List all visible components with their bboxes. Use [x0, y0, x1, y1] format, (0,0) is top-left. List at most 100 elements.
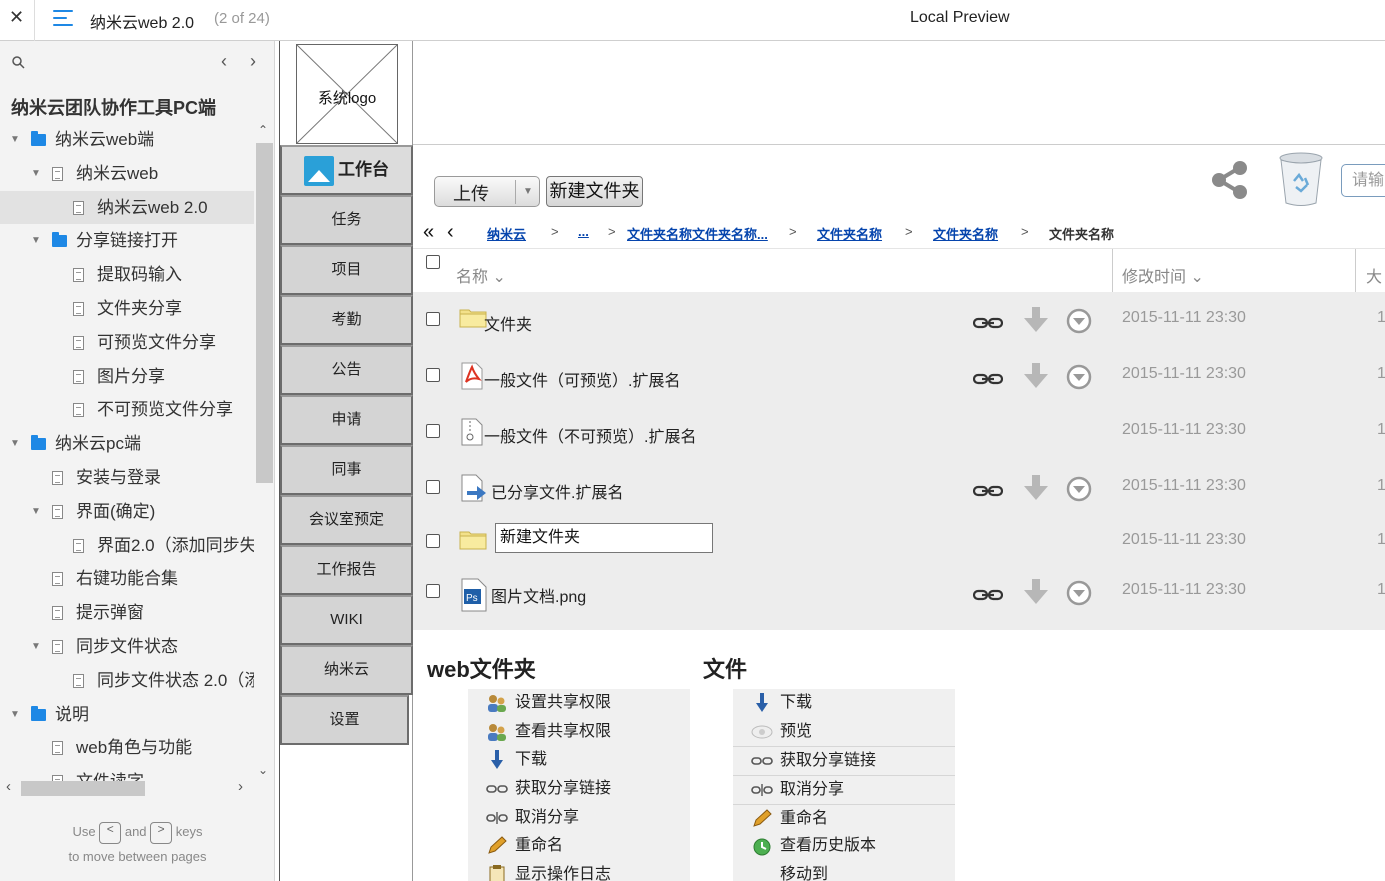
tree-item[interactable]: ▼ 分享链接打开	[0, 224, 254, 258]
expand-arrow-icon[interactable]: ▼	[10, 123, 20, 157]
scrollbar-thumb[interactable]	[21, 781, 145, 796]
menu-item[interactable]: 纳米云	[280, 645, 413, 695]
menu-item[interactable]: 会议室预定	[280, 495, 413, 545]
menu-item[interactable]: WIKI	[280, 595, 413, 645]
recycle-bin-icon[interactable]	[1277, 151, 1325, 212]
column-modified[interactable]: 修改时间 ⌄	[1122, 263, 1204, 287]
menu-item[interactable]: 考勤	[280, 295, 413, 345]
tree-item[interactable]: ▼ 纳米云pc端	[0, 427, 254, 461]
breadcrumb-link[interactable]: 纳米云	[487, 227, 526, 242]
context-menu-item[interactable]: 获取分享链接	[468, 775, 690, 804]
rename-input[interactable]: 新建文件夹	[495, 523, 713, 553]
tree-item[interactable]: web角色与功能	[0, 731, 254, 765]
context-menu-item[interactable]: 重命名	[468, 832, 690, 861]
row-checkbox[interactable]	[426, 480, 440, 494]
menu-item[interactable]: 申请	[280, 395, 413, 445]
next-page-icon[interactable]: ›	[250, 51, 256, 72]
download-icon[interactable]	[1023, 306, 1049, 339]
vertical-scrollbar[interactable]: ⌃ ⌄	[254, 123, 274, 783]
tree-item[interactable]: ▼ 说明	[0, 698, 254, 732]
upload-button[interactable]: 上传 ▼	[434, 176, 540, 207]
context-menu-item[interactable]: 设置共享权限	[468, 689, 690, 718]
more-options-icon[interactable]	[1066, 580, 1092, 611]
link-icon[interactable]	[972, 316, 1004, 334]
tree-item[interactable]: 提示弹窗	[0, 596, 254, 630]
back-icon[interactable]: ‹	[447, 221, 454, 244]
breadcrumb-link[interactable]: 文件夹名称	[933, 227, 998, 242]
context-menu-item[interactable]: 查看共享权限	[468, 718, 690, 747]
share-icon[interactable]	[1209, 159, 1251, 206]
file-row[interactable]: 一般文件（不可预览）.扩展名 2015-11-11 23:30 1	[413, 404, 1385, 460]
scroll-left-icon[interactable]: ‹	[6, 778, 11, 795]
breadcrumb-link[interactable]: 文件夹名称文件夹名称...	[627, 227, 768, 242]
expand-arrow-icon[interactable]: ▼	[31, 630, 41, 664]
tree-item[interactable]: 图片分享	[0, 360, 254, 394]
scroll-right-icon[interactable]: ›	[238, 778, 243, 795]
tree-item[interactable]: 纳米云web 2.0	[0, 190, 254, 225]
tree-item[interactable]: 界面2.0（添加同步失	[0, 529, 254, 563]
tree-item[interactable]: 可预览文件分享	[0, 326, 254, 360]
dropdown-arrow-icon[interactable]: ▼	[523, 186, 533, 197]
scrollbar-thumb[interactable]	[256, 143, 273, 483]
scroll-up-icon[interactable]: ⌃	[258, 123, 268, 137]
horizontal-scrollbar[interactable]: ‹ ›	[0, 778, 254, 798]
more-options-icon[interactable]	[1066, 308, 1092, 339]
menu-item[interactable]: 工作台	[280, 145, 413, 195]
context-menu-item[interactable]: 下载	[733, 689, 955, 718]
file-row[interactable]: Ps 图片文档.png 2015-11-11 23:30 1	[413, 564, 1385, 620]
context-menu-item[interactable]: 预览	[733, 718, 955, 747]
breadcrumb-link[interactable]: ...	[578, 224, 589, 239]
link-icon[interactable]	[972, 588, 1004, 606]
close-icon[interactable]: ✕	[9, 7, 24, 28]
context-menu-item[interactable]: 移动到	[733, 861, 955, 881]
new-folder-button[interactable]: 新建文件夹	[546, 176, 643, 207]
file-row[interactable]: 新建文件夹 2015-11-11 23:30 1	[413, 514, 1385, 570]
context-menu-item[interactable]: 显示操作日志	[468, 861, 690, 881]
tree-item[interactable]: 文件夹分享	[0, 292, 254, 326]
file-row[interactable]: 一般文件（可预览）.扩展名 2015-11-11 23:30 1	[413, 348, 1385, 404]
file-name[interactable]: 一般文件（可预览）.扩展名	[484, 367, 680, 391]
expand-arrow-icon[interactable]: ▼	[10, 698, 20, 732]
column-name[interactable]: 名称 ⌄	[456, 263, 506, 287]
tree-item[interactable]: 不可预览文件分享	[0, 393, 254, 427]
breadcrumb-link[interactable]: 文件夹名称	[817, 227, 882, 242]
context-menu-item[interactable]: 取消分享	[733, 775, 955, 804]
link-icon[interactable]	[972, 484, 1004, 502]
context-menu-item[interactable]: 查看历史版本	[733, 832, 955, 861]
context-menu-item[interactable]: 重命名	[733, 803, 955, 833]
file-name[interactable]: 文件夹	[484, 311, 532, 335]
file-row[interactable]: 文件夹 2015-11-11 23:30 1	[413, 292, 1385, 348]
tree-item[interactable]: 安装与登录	[0, 461, 254, 495]
first-page-icon[interactable]: «	[423, 221, 434, 244]
expand-arrow-icon[interactable]: ▼	[31, 495, 41, 529]
menu-item[interactable]: 任务	[280, 195, 413, 245]
tree-item[interactable]: ▼ 纳米云web端	[0, 123, 254, 157]
tree-item[interactable]: ▼ 同步文件状态	[0, 630, 254, 664]
row-checkbox[interactable]	[426, 312, 440, 326]
download-icon[interactable]	[1023, 578, 1049, 611]
expand-arrow-icon[interactable]: ▼	[31, 157, 41, 191]
tree-item[interactable]: ▼ 纳米云web	[0, 157, 254, 191]
search-icon[interactable]	[12, 56, 25, 72]
tree-item[interactable]: 同步文件状态 2.0（添	[0, 664, 254, 698]
tree-item[interactable]: 右键功能合集	[0, 562, 254, 596]
row-checkbox[interactable]	[426, 424, 440, 438]
more-options-icon[interactable]	[1066, 364, 1092, 395]
file-name[interactable]: 一般文件（不可预览）.扩展名	[484, 423, 696, 447]
expand-arrow-icon[interactable]: ▼	[10, 427, 20, 461]
row-checkbox[interactable]	[426, 368, 440, 382]
hamburger-menu-icon[interactable]	[53, 9, 75, 29]
file-name[interactable]: 图片文档.png	[491, 583, 586, 607]
file-name[interactable]: 已分享文件.扩展名	[491, 479, 623, 503]
scroll-down-icon[interactable]: ⌄	[258, 763, 268, 777]
previous-page-icon[interactable]: ‹	[221, 51, 227, 72]
link-icon[interactable]	[972, 372, 1004, 390]
context-menu-item[interactable]: 下载	[468, 746, 690, 775]
row-checkbox[interactable]	[426, 584, 440, 598]
download-icon[interactable]	[1023, 362, 1049, 395]
tree-item[interactable]: 提取码输入	[0, 258, 254, 292]
menu-item[interactable]: 工作报告	[280, 545, 413, 595]
download-icon[interactable]	[1023, 474, 1049, 507]
menu-item[interactable]: 同事	[280, 445, 413, 495]
expand-arrow-icon[interactable]: ▼	[31, 224, 41, 258]
